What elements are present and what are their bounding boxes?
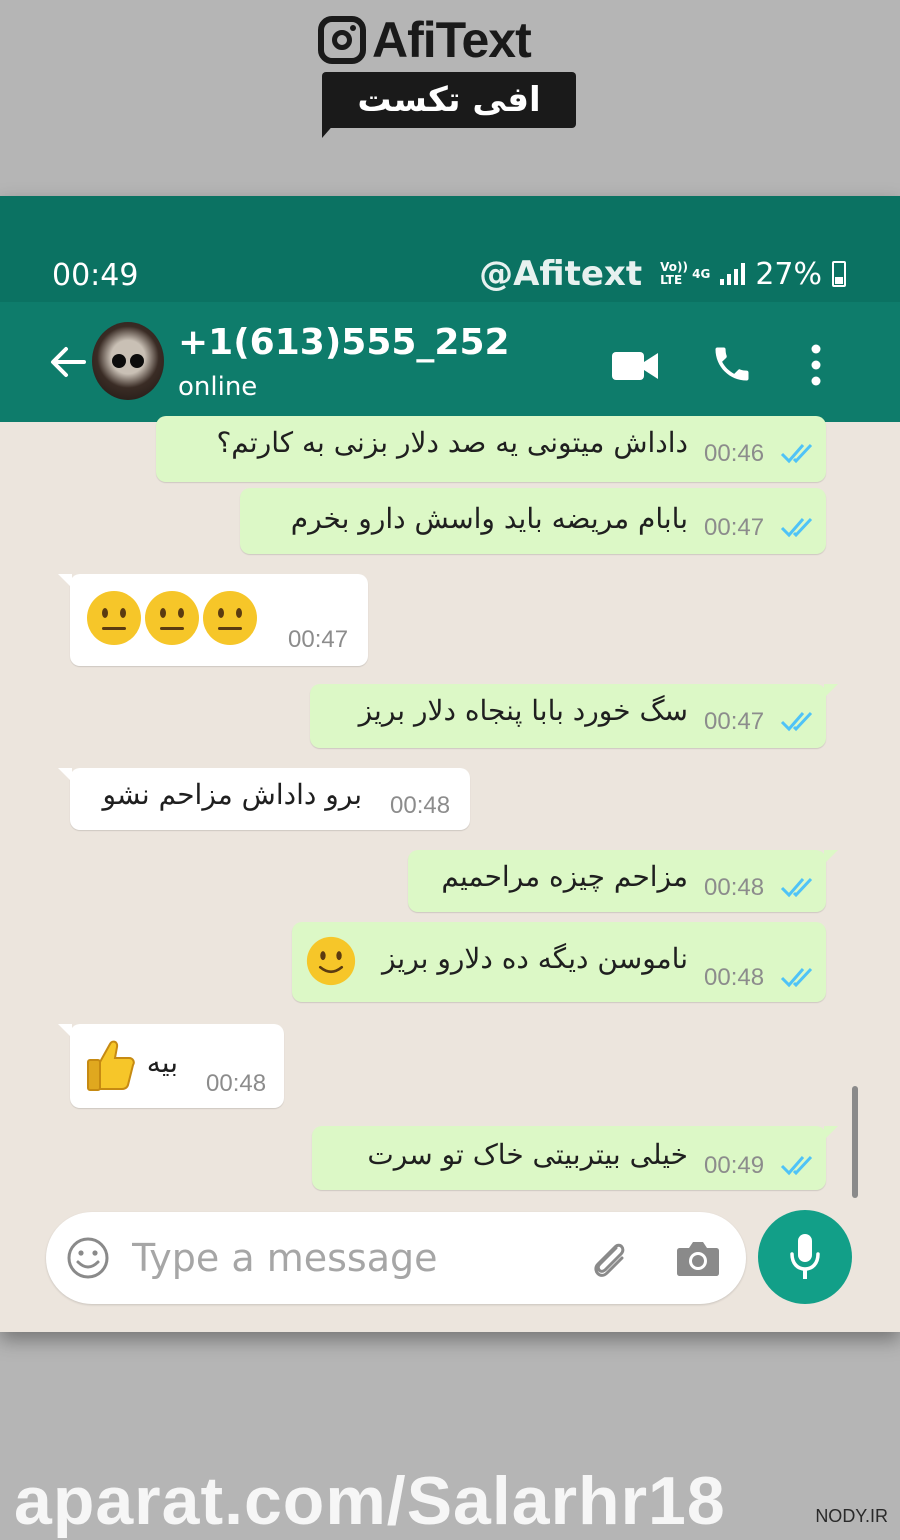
message-time: 00:47 bbox=[704, 514, 765, 541]
message-text: خیلی بیتربیتی خاک تو سرت bbox=[367, 1138, 688, 1171]
logo-bubble-tail bbox=[322, 122, 336, 138]
message-time: 00:46 bbox=[704, 440, 765, 467]
status-bar: 00:49 @Afitext Vo)) LTE 4G 27% bbox=[0, 196, 900, 302]
afitext-logo: AfiText افی تکست bbox=[318, 10, 580, 140]
microphone-icon bbox=[790, 1234, 820, 1279]
message-time: 00:48 bbox=[206, 1070, 267, 1097]
voice-record-button[interactable] bbox=[758, 1210, 852, 1304]
bubble-tail bbox=[58, 768, 72, 782]
battery-percent: 27% bbox=[755, 256, 822, 292]
logo-subtitle: افی تکست bbox=[322, 72, 576, 128]
aparat-watermark: aparat.com/Salarhr18 bbox=[14, 1463, 726, 1539]
message-time: 00:48 bbox=[704, 964, 765, 991]
phone-icon[interactable] bbox=[710, 342, 754, 386]
message-time: 00:49 bbox=[704, 1152, 765, 1179]
message-text: بیه bbox=[146, 1046, 178, 1079]
signal-icon bbox=[720, 263, 746, 285]
attach-paperclip-icon[interactable] bbox=[586, 1236, 632, 1282]
network-indicator: 4G bbox=[692, 266, 711, 281]
read-ticks-icon bbox=[780, 443, 813, 464]
site-watermark: NODY.IR bbox=[815, 1506, 888, 1526]
neutral-face-emoji-icon bbox=[87, 591, 141, 645]
message-bubble[interactable]: بیه 00:48 bbox=[58, 1024, 284, 1108]
chat-scrollbar[interactable] bbox=[852, 1086, 858, 1198]
read-ticks-icon bbox=[780, 967, 813, 988]
volte-indicator: Vo)) LTE bbox=[660, 260, 688, 287]
message-list: داداش میتونی یه صد دلار بزنی به کارتم؟ 0… bbox=[0, 416, 900, 1332]
message-input-bar bbox=[46, 1212, 746, 1304]
bubble-tail bbox=[824, 850, 838, 864]
avatar[interactable] bbox=[92, 322, 164, 400]
read-ticks-icon bbox=[780, 877, 813, 898]
message-bubble[interactable]: بابام مریضه باید واسش دارو بخرم 00:47 bbox=[240, 488, 826, 554]
bubble-tail bbox=[58, 1024, 72, 1038]
status-watermark: @Afitext bbox=[479, 254, 643, 294]
neutral-face-emoji-icon bbox=[203, 591, 257, 645]
message-text: داداش میتونی یه صد دلار بزنی به کارتم؟ bbox=[216, 426, 688, 459]
message-time: 00:48 bbox=[704, 874, 765, 901]
status-time: 00:49 bbox=[52, 258, 139, 293]
bubble-tail bbox=[824, 684, 838, 698]
read-ticks-icon bbox=[780, 711, 813, 732]
message-text: مزاحم چیزه مراحمیم bbox=[441, 860, 688, 893]
message-text: ناموسن دیگه ده دلارو بریز bbox=[381, 942, 688, 975]
message-bubble[interactable]: مزاحم چیزه مراحمیم 00:48 bbox=[408, 850, 838, 912]
message-bubble[interactable]: برو داداش مزاحم نشو 00:48 bbox=[58, 768, 470, 830]
slight-smile-emoji-icon bbox=[306, 936, 356, 986]
message-text: بابام مریضه باید واسش دارو بخرم bbox=[290, 502, 688, 535]
message-text: سگ خورد بابا پنجاه دلار بریز bbox=[358, 694, 688, 727]
read-ticks-icon bbox=[780, 1155, 813, 1176]
message-text: برو داداش مزاحم نشو bbox=[102, 778, 362, 811]
logo-name: AfiText bbox=[372, 12, 532, 68]
instagram-icon bbox=[318, 16, 366, 64]
battery-icon bbox=[832, 261, 846, 287]
contact-status: online bbox=[178, 372, 258, 402]
bubble-tail bbox=[58, 574, 72, 588]
more-vert-icon[interactable] bbox=[808, 344, 824, 386]
message-input[interactable] bbox=[132, 1232, 572, 1284]
message-time: 00:47 bbox=[704, 708, 765, 735]
message-bubble[interactable]: داداش میتونی یه صد دلار بزنی به کارتم؟ 0… bbox=[156, 416, 826, 482]
contact-name[interactable]: +1(613)555_252 bbox=[178, 322, 510, 363]
camera-icon[interactable] bbox=[676, 1238, 720, 1278]
message-bubble[interactable]: 00:47 bbox=[58, 574, 368, 666]
message-time: 00:48 bbox=[390, 792, 451, 819]
chat-header: +1(613)555_252 online bbox=[0, 302, 900, 422]
video-call-icon[interactable] bbox=[612, 350, 658, 382]
read-ticks-icon bbox=[780, 517, 813, 538]
emoji-picker-icon[interactable] bbox=[66, 1236, 110, 1280]
message-bubble[interactable]: خیلی بیتربیتی خاک تو سرت 00:49 bbox=[312, 1126, 838, 1190]
bubble-tail bbox=[824, 1126, 838, 1140]
message-bubble[interactable]: سگ خورد بابا پنجاه دلار بریز 00:47 bbox=[310, 684, 838, 748]
thumbs-up-emoji-icon bbox=[87, 1040, 135, 1091]
message-bubble[interactable]: ناموسن دیگه ده دلارو بریز 00:48 bbox=[292, 922, 826, 1002]
neutral-face-emoji-icon bbox=[145, 591, 199, 645]
message-time: 00:47 bbox=[288, 626, 349, 653]
back-arrow-icon[interactable] bbox=[48, 342, 88, 382]
whatsapp-screen: 00:49 @Afitext Vo)) LTE 4G 27% +1(613)55… bbox=[0, 196, 900, 1332]
